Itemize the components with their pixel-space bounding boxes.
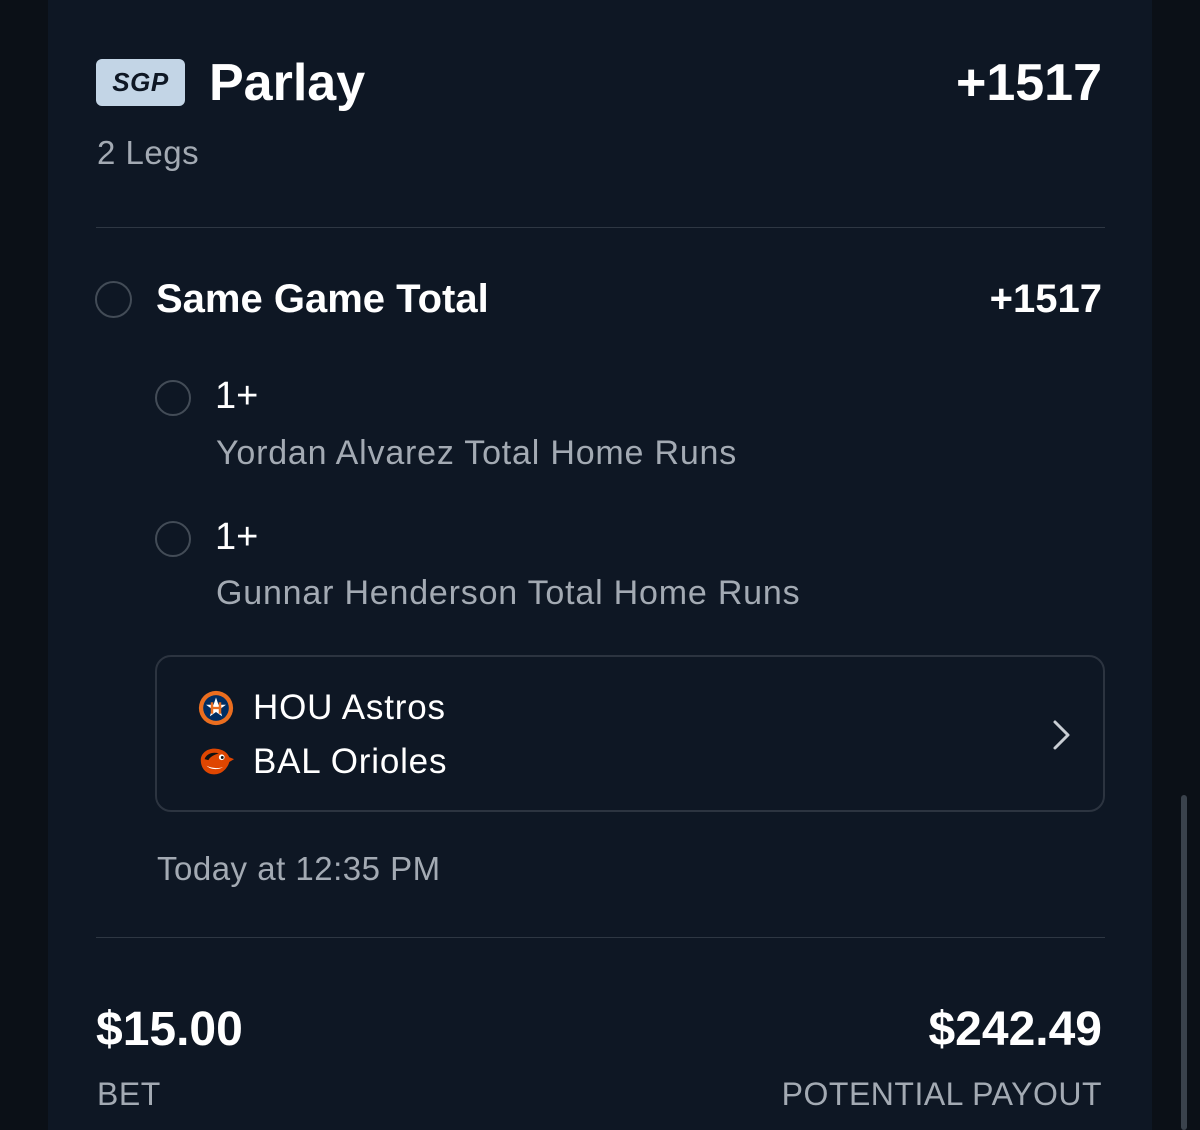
header-divider bbox=[96, 227, 1105, 228]
chevron-right-icon[interactable] bbox=[1049, 717, 1073, 753]
same-game-odds: +1517 bbox=[989, 277, 1102, 321]
leg-description: Yordan Alvarez Total Home Runs bbox=[216, 434, 738, 472]
payout-label: POTENTIAL PAYOUT bbox=[781, 1076, 1102, 1112]
bet-label: BET bbox=[97, 1076, 161, 1112]
parlay-title: Parlay bbox=[209, 54, 366, 112]
leg-line: 1+ bbox=[215, 516, 259, 558]
scrollbar[interactable] bbox=[1181, 795, 1187, 1130]
legs-count: 2 Legs bbox=[97, 134, 200, 171]
leg-line: 1+ bbox=[215, 375, 259, 417]
team-row-astros: HOU Astros bbox=[197, 686, 446, 730]
parlay-card bbox=[48, 0, 1152, 1130]
payout-amount: $242.49 bbox=[928, 1003, 1102, 1056]
astros-logo-icon bbox=[198, 690, 234, 726]
same-game-status-indicator bbox=[95, 281, 132, 318]
summary-divider bbox=[96, 937, 1105, 938]
team-name: BAL Orioles bbox=[253, 742, 448, 781]
same-game-title: Same Game Total bbox=[156, 277, 489, 321]
leg-description: Gunnar Henderson Total Home Runs bbox=[216, 574, 801, 612]
team-row-orioles: BAL Orioles bbox=[197, 740, 447, 784]
bet-slip-screen: SGP Parlay +1517 2 Legs Same Game Total … bbox=[0, 0, 1200, 1130]
parlay-odds: +1517 bbox=[955, 54, 1102, 112]
orioles-logo-icon bbox=[200, 748, 235, 775]
sgp-badge: SGP bbox=[96, 59, 185, 106]
leg-status-indicator bbox=[155, 380, 191, 416]
leg-status-indicator bbox=[155, 521, 191, 557]
bet-amount: $15.00 bbox=[96, 1003, 243, 1056]
game-time: Today at 12:35 PM bbox=[157, 850, 441, 887]
team-name: HOU Astros bbox=[253, 688, 446, 727]
game-matchup-card[interactable]: HOU Astros BAL Orioles bbox=[155, 655, 1105, 812]
